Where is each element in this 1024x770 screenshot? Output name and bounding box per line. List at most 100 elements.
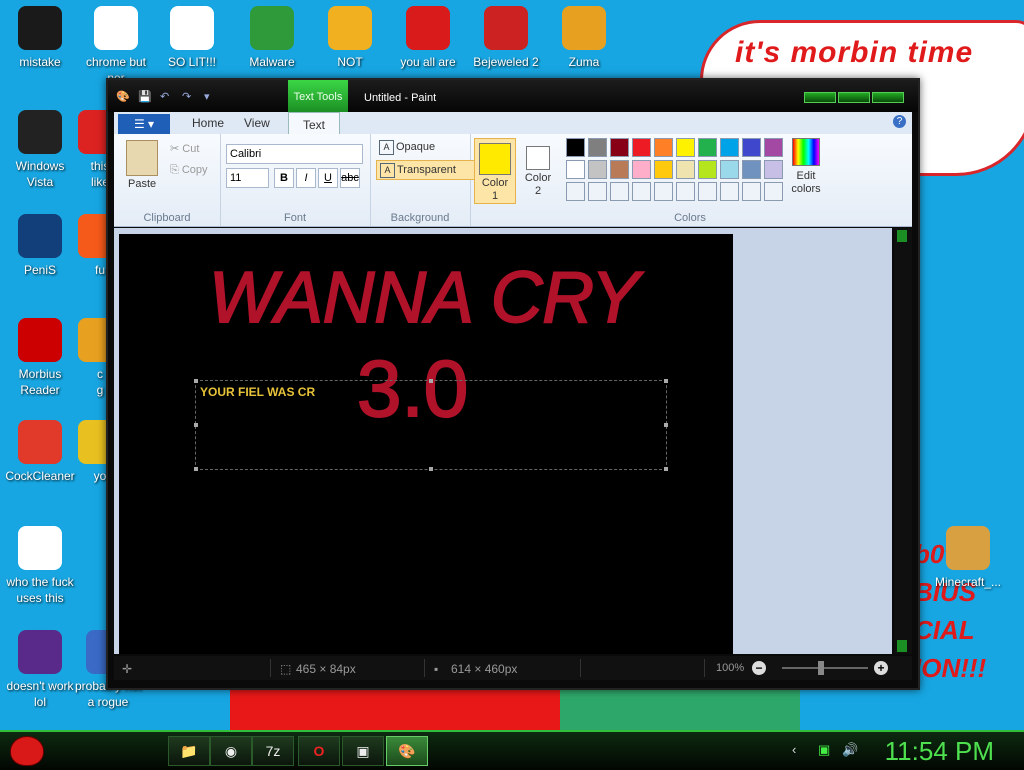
palette-swatch[interactable] <box>654 138 673 157</box>
tray-chevron-icon[interactable]: ‹ <box>792 742 796 757</box>
resize-handle[interactable] <box>664 423 668 427</box>
color2-button[interactable]: Color 2 <box>518 138 558 202</box>
resize-handle[interactable] <box>664 467 668 471</box>
desktop-icon[interactable]: SO LIT!!! <box>152 6 232 70</box>
undo-icon[interactable]: ↶ <box>160 90 176 104</box>
network-icon[interactable]: ▣ <box>818 742 830 758</box>
cut-button[interactable]: ✂ Cut <box>170 142 199 155</box>
desktop-icon[interactable]: Malware <box>232 6 312 70</box>
taskbar-opera[interactable]: O <box>298 736 340 766</box>
resize-handle[interactable] <box>429 467 433 471</box>
palette-swatch[interactable] <box>632 182 651 201</box>
zoom-in-button[interactable]: + <box>874 661 888 675</box>
palette-swatch[interactable] <box>676 182 695 201</box>
desktop-icon[interactable]: mistake <box>0 6 80 70</box>
underline-button[interactable]: U <box>318 168 338 188</box>
palette-swatch[interactable] <box>566 182 585 201</box>
palette-swatch[interactable] <box>720 138 739 157</box>
taskbar-chrome[interactable]: ◉ <box>210 736 252 766</box>
resize-handle[interactable] <box>429 379 433 383</box>
volume-icon[interactable]: 🔊 <box>842 742 858 758</box>
palette-swatch[interactable] <box>742 138 761 157</box>
taskbar-window[interactable]: ▣ <box>342 736 384 766</box>
scroll-down-button[interactable] <box>897 640 907 652</box>
palette-swatch[interactable] <box>742 182 761 201</box>
start-button[interactable] <box>6 732 48 770</box>
palette-swatch[interactable] <box>676 138 695 157</box>
palette-swatch[interactable] <box>764 138 783 157</box>
palette-swatch[interactable] <box>698 182 717 201</box>
desktop-icon[interactable]: who the fuck uses this <box>0 526 80 606</box>
paint-window[interactable]: 🎨 💾 ↶ ↷ ▾ Text Tools Untitled - Paint ☰ … <box>106 78 920 690</box>
palette-swatch[interactable] <box>610 160 629 179</box>
edit-colors-button[interactable]: Edit colors <box>786 138 826 196</box>
palette-swatch[interactable] <box>610 182 629 201</box>
minimize-button[interactable] <box>804 92 836 103</box>
paint-menu-button[interactable]: ☰ ▾ <box>118 114 170 134</box>
help-icon[interactable]: ? <box>893 115 906 128</box>
palette-swatch[interactable] <box>588 160 607 179</box>
palette-swatch[interactable] <box>632 160 651 179</box>
zoom-slider[interactable] <box>782 667 868 669</box>
palette-swatch[interactable] <box>720 160 739 179</box>
color1-button[interactable]: Color 1 <box>474 138 516 204</box>
desktop-icon[interactable]: you all are <box>388 6 468 70</box>
palette-swatch[interactable] <box>566 160 585 179</box>
palette-swatch[interactable] <box>610 138 629 157</box>
font-size-select[interactable]: 11 <box>226 168 269 188</box>
palette-swatch[interactable] <box>654 160 673 179</box>
font-family-select[interactable]: Calibri <box>226 144 363 164</box>
taskbar-paint[interactable]: 🎨 <box>386 736 428 766</box>
redo-icon[interactable]: ↷ <box>182 90 198 104</box>
drawing-canvas[interactable]: WANNA CRY 3.0 YOUR FIEL WAS CR <box>119 234 733 654</box>
tab-home[interactable]: Home <box>192 116 224 130</box>
paint-app-icon[interactable]: 🎨 <box>116 90 132 104</box>
copy-button[interactable]: ⎘ Copy <box>170 164 208 177</box>
resize-handle[interactable] <box>194 423 198 427</box>
maximize-button[interactable] <box>838 92 870 103</box>
palette-swatch[interactable] <box>698 138 717 157</box>
vertical-scrollbar[interactable] <box>894 228 912 654</box>
transparent-option[interactable]: A Transparent <box>376 160 484 180</box>
taskbar-folder[interactable]: 📁 <box>168 736 210 766</box>
tab-view[interactable]: View <box>244 116 270 130</box>
zoom-slider-thumb[interactable] <box>818 661 824 675</box>
opaque-option[interactable]: A Opaque <box>376 138 482 156</box>
resize-handle[interactable] <box>194 467 198 471</box>
color2-swatch <box>526 146 550 170</box>
save-icon[interactable]: 💾 <box>138 90 154 104</box>
title-bar[interactable]: 🎨 💾 ↶ ↷ ▾ Text Tools Untitled - Paint <box>108 80 918 112</box>
palette-swatch[interactable] <box>764 160 783 179</box>
palette-swatch[interactable] <box>764 182 783 201</box>
palette-swatch[interactable] <box>588 138 607 157</box>
desktop-icon-label: SO LIT!!! <box>167 55 216 69</box>
palette-swatch[interactable] <box>698 160 717 179</box>
palette-swatch[interactable] <box>632 138 651 157</box>
resize-handle[interactable] <box>194 379 198 383</box>
palette-swatch[interactable] <box>742 160 761 179</box>
palette-swatch[interactable] <box>654 182 673 201</box>
text-selection-box[interactable]: YOUR FIEL WAS CR <box>194 379 668 471</box>
typed-text[interactable]: YOUR FIEL WAS CR <box>200 385 315 399</box>
close-button[interactable] <box>872 92 904 103</box>
desktop-icon[interactable]: NOT <box>310 6 390 70</box>
chevron-down-icon[interactable]: ▾ <box>204 90 220 104</box>
paste-button[interactable]: Paste <box>128 178 156 190</box>
bold-button[interactable]: B <box>274 168 294 188</box>
taskbar-7zip[interactable]: 7z <box>252 736 294 766</box>
tab-text[interactable]: Text <box>288 112 341 135</box>
desktop-icon[interactable]: chrome but nor <box>76 6 156 86</box>
resize-handle[interactable] <box>664 379 668 383</box>
palette-swatch[interactable] <box>676 160 695 179</box>
palette-swatch[interactable] <box>566 138 585 157</box>
desktop-icon[interactable]: Zuma <box>544 6 624 70</box>
palette-swatch[interactable] <box>588 182 607 201</box>
palette-swatch[interactable] <box>720 182 739 201</box>
clock[interactable]: 11:54 PM <box>885 736 994 767</box>
zoom-out-button[interactable]: − <box>752 661 766 675</box>
strikethrough-button[interactable]: abc <box>340 168 360 188</box>
desktop-icon[interactable]: Bejeweled 2 <box>466 6 546 70</box>
desktop-icon[interactable]: Minecraft_... <box>928 526 1008 590</box>
scroll-up-button[interactable] <box>897 230 907 242</box>
italic-button[interactable]: I <box>296 168 316 188</box>
